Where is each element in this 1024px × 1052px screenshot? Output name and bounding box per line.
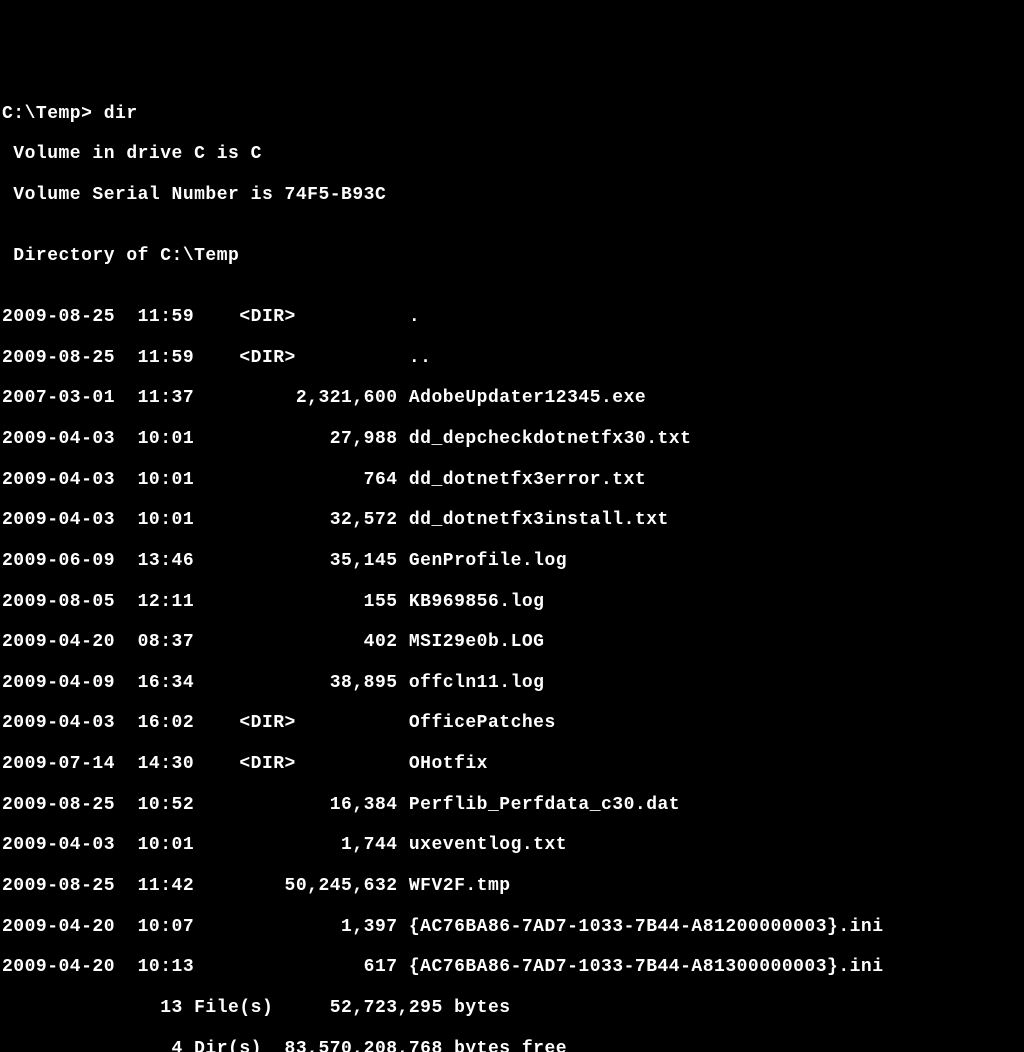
- dir-entry: 2009-07-14 14:30 <DIR> OHotfix: [2, 754, 1022, 774]
- dir-entry: 2009-04-03 10:01 32,572 dd_dotnetfx3inst…: [2, 510, 1022, 530]
- dir-entry: 2009-06-09 13:46 35,145 GenProfile.log: [2, 551, 1022, 571]
- summary-dirs-line: 4 Dir(s) 83,570,208,768 bytes free: [2, 1039, 1022, 1052]
- dir-entry: 2009-08-05 12:11 155 KB969856.log: [2, 592, 1022, 612]
- dir-entry: 2009-04-03 10:01 1,744 uxeventlog.txt: [2, 835, 1022, 855]
- dir-entry: 2009-08-25 11:59 <DIR> ..: [2, 348, 1022, 368]
- dir-entry: 2009-08-25 11:42 50,245,632 WFV2F.tmp: [2, 876, 1022, 896]
- dir-entry: 2009-04-03 10:01 27,988 dd_depcheckdotne…: [2, 429, 1022, 449]
- dir-entry: 2009-04-03 10:01 764 dd_dotnetfx3error.t…: [2, 470, 1022, 490]
- volume-info-line: Volume in drive C is C: [2, 144, 1022, 164]
- dir-entry: 2007-03-01 11:37 2,321,600 AdobeUpdater1…: [2, 388, 1022, 408]
- directory-header-line: Directory of C:\Temp: [2, 246, 1022, 266]
- command-prompt-line: C:\Temp> dir: [2, 104, 1022, 124]
- dir-entry: 2009-04-03 16:02 <DIR> OfficePatches: [2, 713, 1022, 733]
- summary-files-line: 13 File(s) 52,723,295 bytes: [2, 998, 1022, 1018]
- terminal-output: C:\Temp> dir Volume in drive C is C Volu…: [2, 83, 1022, 1052]
- dir-entry: 2009-04-20 10:07 1,397 {AC76BA86-7AD7-10…: [2, 917, 1022, 937]
- dir-entry: 2009-04-09 16:34 38,895 offcln11.log: [2, 673, 1022, 693]
- dir-entry: 2009-08-25 11:59 <DIR> .: [2, 307, 1022, 327]
- dir-entry: 2009-04-20 08:37 402 MSI29e0b.LOG: [2, 632, 1022, 652]
- dir-entry: 2009-08-25 10:52 16,384 Perflib_Perfdata…: [2, 795, 1022, 815]
- dir-entry: 2009-04-20 10:13 617 {AC76BA86-7AD7-1033…: [2, 957, 1022, 977]
- serial-number-line: Volume Serial Number is 74F5-B93C: [2, 185, 1022, 205]
